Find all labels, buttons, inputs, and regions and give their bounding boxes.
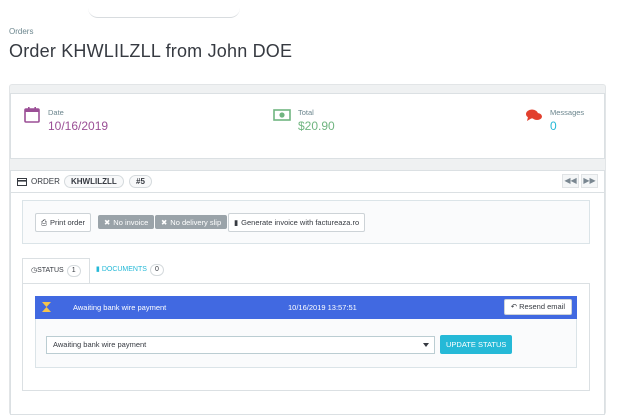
page-title: Order KHWLILZLL from John DOE	[9, 41, 293, 61]
order-number: #5	[129, 175, 152, 188]
rewind-icon[interactable]: ◀◀	[562, 174, 579, 188]
status-history-name: Awaiting bank wire payment	[73, 303, 167, 312]
breadcrumb[interactable]: Orders	[9, 27, 33, 36]
tab-status[interactable]: ◷STATUS 1	[22, 258, 90, 283]
status-history-date: 10/16/2019 13:57:51	[288, 303, 357, 312]
print-order-button[interactable]: ⎙ Print order	[35, 213, 92, 232]
print-icon: ⎙	[41, 218, 47, 227]
kpi-messages-label: Messages	[550, 108, 585, 117]
kpi-date-label: Date	[48, 108, 64, 117]
order-label: ORDER	[17, 177, 60, 186]
tab-documents-label: DOCUMENTS	[101, 266, 147, 273]
print-order-label: Print order	[50, 218, 86, 227]
money-icon	[273, 109, 291, 121]
generate-invoice-button[interactable]: ▮ Generate invoice with factureaza.ro	[228, 213, 366, 232]
tab-documents-count: 0	[149, 264, 164, 276]
fast-forward-icon[interactable]: ▶▶	[581, 174, 598, 188]
file-icon: ▮	[234, 218, 239, 227]
status-select-value: Awaiting bank wire payment	[53, 340, 147, 349]
page: Orders Order KHWLILZLL from John DOE Dat…	[0, 0, 617, 415]
no-delivery-label: No delivery slip	[170, 218, 222, 227]
kpi-row: Date 10/16/2019 Total $20.90 Messages 0	[10, 93, 605, 159]
tab-status-count: 1	[66, 265, 81, 277]
comments-icon	[526, 109, 542, 121]
tab-status-label: STATUS	[37, 267, 64, 274]
kpi-total-value: $20.90	[298, 119, 335, 133]
kpi-messages-value[interactable]: 0	[550, 119, 557, 133]
generate-invoice-label: Generate invoice with factureaza.ro	[241, 218, 360, 227]
close-icon: ✖	[161, 218, 168, 227]
order-reference: KHWLILZLL	[64, 175, 124, 188]
update-status-button[interactable]: UPDATE STATUS	[440, 335, 513, 354]
no-delivery-slip-button[interactable]: ✖ No delivery slip	[155, 215, 228, 229]
reply-icon: ↶	[510, 302, 518, 311]
credit-card-icon	[17, 177, 27, 186]
chevron-down-icon	[423, 343, 429, 347]
close-icon: ✖	[104, 218, 111, 227]
resend-email-button[interactable]: ↶ Resend email	[503, 299, 572, 315]
order-label-text: ORDER	[31, 177, 60, 186]
order-actions: ⎙ Print order ✖ No invoice ✖ No delivery sl…	[22, 200, 590, 244]
document-icon: ▮	[96, 266, 100, 273]
status-select[interactable]: Awaiting bank wire payment	[46, 336, 435, 354]
status-history-row: Awaiting bank wire payment 10/16/2019 13…	[35, 296, 577, 319]
calendar-icon	[24, 107, 40, 123]
kpi-total-label: Total	[298, 108, 314, 117]
tab-documents[interactable]: ▮ DOCUMENTS 0	[88, 258, 172, 283]
order-header: ORDER KHWLILZLL #5 ◀◀ ▶▶	[10, 170, 605, 192]
top-search-pill[interactable]	[88, 0, 240, 18]
no-invoice-label: No invoice	[113, 218, 149, 227]
resend-email-label: Resend email	[519, 302, 565, 311]
order-navigation: ◀◀ ▶▶	[562, 174, 598, 188]
kpi-date-value: 10/16/2019	[48, 119, 109, 133]
hourglass-icon	[42, 302, 51, 312]
no-invoice-button[interactable]: ✖ No invoice	[98, 215, 155, 229]
